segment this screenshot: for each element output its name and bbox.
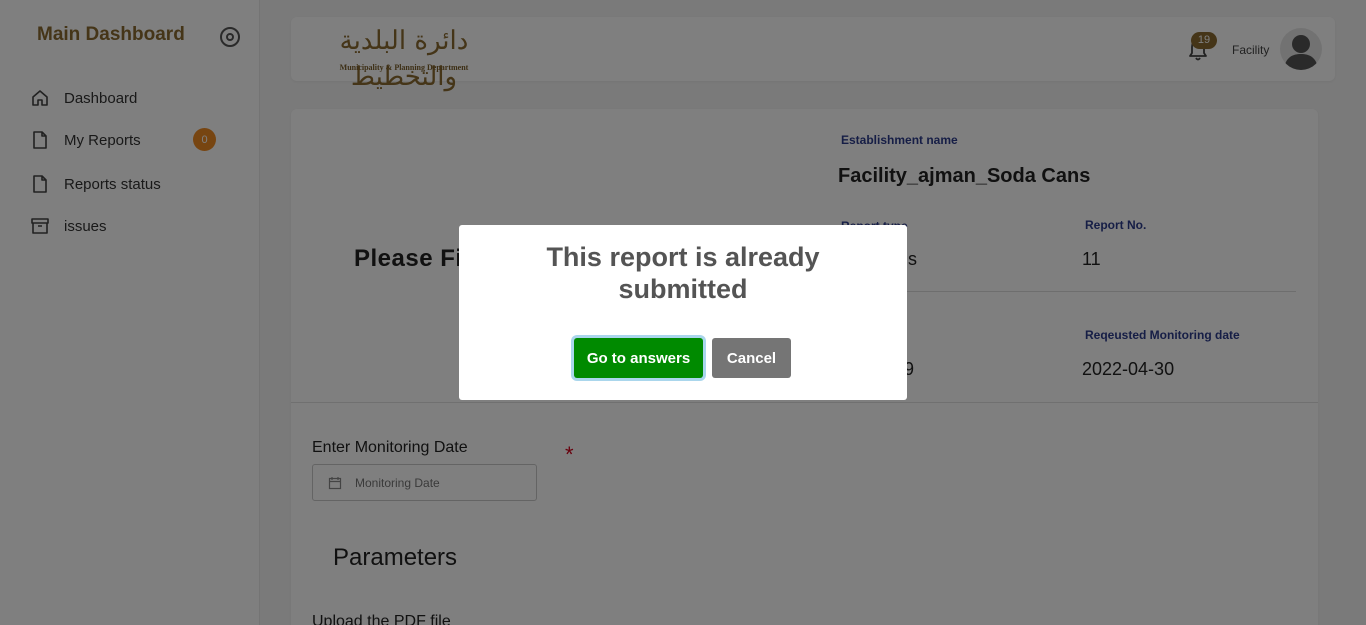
dialog-title: This report is already submitted (546, 242, 820, 304)
cancel-button[interactable]: Cancel (712, 338, 791, 378)
go-to-answers-button[interactable]: Go to answers (574, 338, 703, 378)
submitted-dialog: This report is already submitted Go to a… (459, 225, 907, 400)
